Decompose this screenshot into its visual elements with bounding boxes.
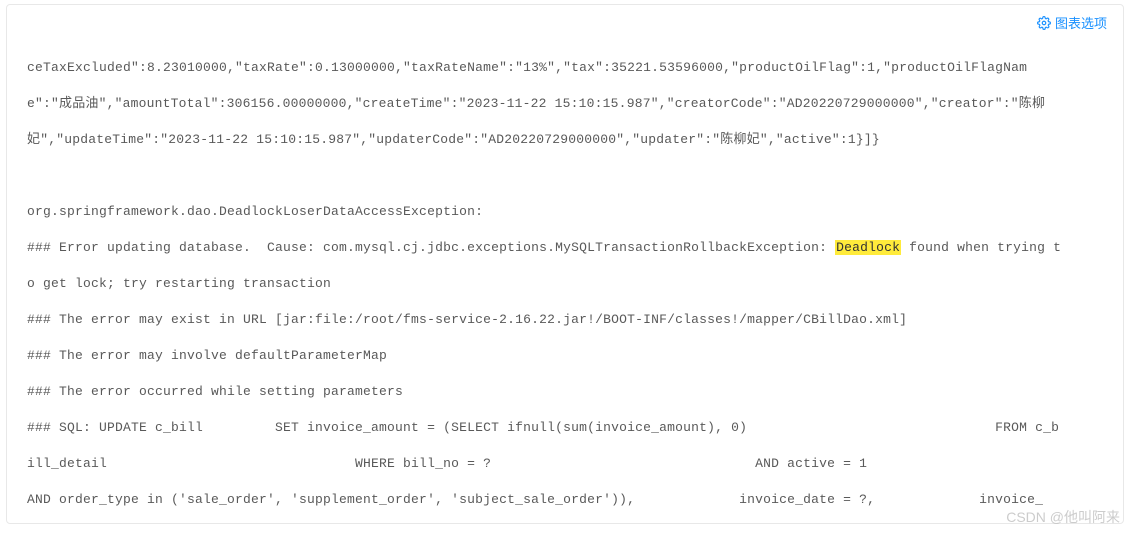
log-line: ### The error may exist in URL [jar:file…: [27, 311, 1103, 329]
chart-options-label: 图表选项: [1055, 13, 1107, 32]
gear-icon: [1037, 16, 1051, 30]
log-text: ### Error updating database. Cause: com.…: [27, 240, 835, 255]
log-line: ceTaxExcluded":8.23010000,"taxRate":0.13…: [27, 59, 1103, 77]
log-line: ### Error updating database. Cause: com.…: [27, 239, 1103, 257]
watermark: CSDN @他叫阿来: [1006, 507, 1120, 527]
log-line: AND order_type in ('sale_order', 'supple…: [27, 491, 1103, 509]
log-text: found when trying t: [901, 240, 1061, 255]
log-line: ### SQL: UPDATE c_bill SET invoice_amoun…: [27, 419, 1103, 437]
log-content[interactable]: ceTaxExcluded":8.23010000,"taxRate":0.13…: [7, 5, 1123, 523]
log-line: ill_detail WHERE bill_no = ? AND active …: [27, 455, 1103, 473]
log-line: o get lock; try restarting transaction: [27, 275, 1103, 293]
log-line: ### The error occurred while setting par…: [27, 383, 1103, 401]
log-line: org.springframework.dao.DeadlockLoserDat…: [27, 203, 1103, 221]
highlight-deadlock: Deadlock: [835, 240, 901, 255]
log-panel: 图表选项 ceTaxExcluded":8.23010000,"taxRate"…: [6, 4, 1124, 524]
chart-options-button[interactable]: 图表选项: [1037, 13, 1107, 32]
log-line: ### The error may involve defaultParamet…: [27, 347, 1103, 365]
log-blank: [27, 167, 1103, 185]
log-line: 妃","updateTime":"2023-11-22 15:10:15.987…: [27, 131, 1103, 149]
log-line: e":"成品油","amountTotal":306156.00000000,"…: [27, 95, 1103, 113]
